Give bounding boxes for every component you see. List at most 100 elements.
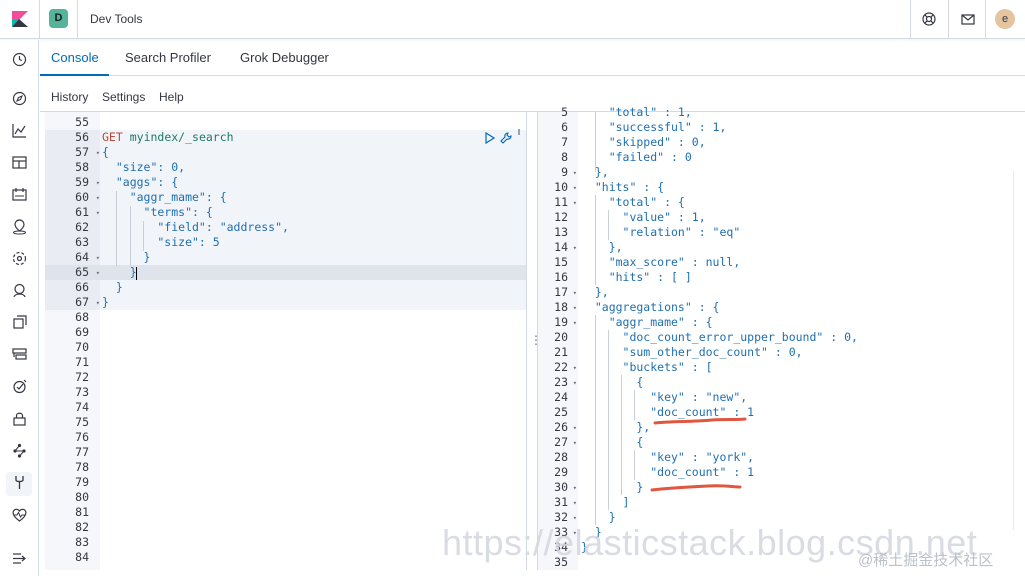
fold-toggle-icon[interactable]: ▾ xyxy=(569,304,577,312)
fold-toggle-icon[interactable]: ▾ xyxy=(92,149,100,157)
response-line: "value" : 1, xyxy=(581,210,706,224)
dev-tools-icon[interactable] xyxy=(11,474,28,491)
wrench-icon[interactable] xyxy=(499,131,513,145)
line-number: 17 xyxy=(554,285,568,299)
fold-toggle-icon[interactable]: ▾ xyxy=(92,209,100,217)
response-line: "max_score" : null, xyxy=(581,255,741,269)
line-number: 72 xyxy=(75,370,89,384)
response-scrollbar[interactable] xyxy=(1013,170,1021,530)
collapse-icon[interactable] xyxy=(11,550,28,567)
avatar[interactable]: e xyxy=(995,9,1015,29)
line-number: 21 xyxy=(554,345,568,359)
indent-guide xyxy=(143,221,144,251)
recent-icon[interactable] xyxy=(11,51,28,68)
fold-toggle-icon[interactable]: ▾ xyxy=(569,184,577,192)
line-number: 57 xyxy=(75,145,89,159)
line-number: 80 xyxy=(75,490,89,504)
siem-icon[interactable] xyxy=(11,346,28,363)
code-line: "terms": { xyxy=(102,205,213,219)
response-line: "total" : 1, xyxy=(581,105,692,119)
canvas-icon[interactable] xyxy=(11,186,28,203)
mail-icon[interactable] xyxy=(960,11,976,27)
graph-icon[interactable] xyxy=(11,442,28,459)
tab-grok-debugger[interactable]: Grok Debugger xyxy=(240,50,329,65)
response-line: "hits" : { xyxy=(581,180,665,194)
fold-toggle-icon[interactable]: ▾ xyxy=(92,269,100,277)
line-number: 63 xyxy=(75,235,89,249)
tab-search-profiler[interactable]: Search Profiler xyxy=(125,50,211,65)
fold-toggle-icon[interactable]: ▾ xyxy=(569,289,577,297)
line-number: 29 xyxy=(554,465,568,479)
line-number: 10 xyxy=(554,180,568,194)
header-divider xyxy=(985,0,986,39)
uptime-icon[interactable] xyxy=(11,314,28,331)
fold-toggle-icon[interactable]: ▾ xyxy=(569,169,577,177)
response-line: "doc_count_error_upper_bound" : 0, xyxy=(581,330,858,344)
tab-console[interactable]: Console xyxy=(51,50,99,65)
history-link[interactable]: History xyxy=(51,90,88,104)
line-number: 68 xyxy=(75,310,89,324)
fold-toggle-icon[interactable]: ▾ xyxy=(569,379,577,387)
kibana-logo-icon[interactable] xyxy=(10,9,30,29)
logs-icon[interactable] xyxy=(11,378,28,395)
app-badge[interactable]: D xyxy=(49,9,68,28)
response-line: "key" : "york", xyxy=(581,450,755,464)
annotation-underline xyxy=(650,484,742,492)
fold-toggle-icon[interactable]: ▾ xyxy=(569,514,577,522)
fold-toggle-icon[interactable]: ▾ xyxy=(569,364,577,372)
help-icon[interactable] xyxy=(921,11,937,27)
annotation-underline xyxy=(653,417,747,425)
request-endpoint: myindex/_search xyxy=(129,130,234,144)
fold-toggle-icon[interactable]: ▾ xyxy=(92,299,100,307)
ml-icon[interactable] xyxy=(11,250,28,267)
header-divider xyxy=(948,0,949,39)
security-icon[interactable] xyxy=(11,410,28,427)
play-icon[interactable] xyxy=(484,132,495,144)
line-number: 76 xyxy=(75,430,89,444)
maps-icon[interactable] xyxy=(11,218,28,235)
fold-toggle-icon[interactable]: ▾ xyxy=(569,244,577,252)
response-line: { xyxy=(581,375,644,389)
fold-toggle-icon[interactable]: ▾ xyxy=(92,254,100,262)
line-number: 56 xyxy=(75,130,89,144)
monitoring-icon[interactable] xyxy=(11,506,28,523)
indent-guide xyxy=(595,195,596,285)
settings-link[interactable]: Settings xyxy=(102,90,145,104)
fold-toggle-icon[interactable]: ▾ xyxy=(569,319,577,327)
line-number: 25 xyxy=(554,405,568,419)
line-number: 28 xyxy=(554,450,568,464)
line-number: 78 xyxy=(75,460,89,474)
line-number: 8 xyxy=(561,150,568,164)
help-link[interactable]: Help xyxy=(159,90,184,104)
fold-toggle-icon[interactable]: ▾ xyxy=(569,424,577,432)
response-line: "sum_other_doc_count" : 0, xyxy=(581,345,803,359)
response-line: "key" : "new", xyxy=(581,390,748,404)
line-number: 5 xyxy=(561,105,568,119)
fold-toggle-icon[interactable]: ▾ xyxy=(569,199,577,207)
code-line: "size": 5 xyxy=(102,235,220,249)
response-line: }, xyxy=(581,285,609,299)
line-number: 55 xyxy=(75,115,89,129)
watermark-credit: @稀土掘金技术社区 xyxy=(858,552,994,569)
indent-guide xyxy=(595,315,596,525)
discover-icon[interactable] xyxy=(11,90,28,107)
line-number: 79 xyxy=(75,475,89,489)
fold-toggle-icon[interactable]: ▾ xyxy=(569,484,577,492)
request-method: GET xyxy=(102,130,123,144)
indent-guide xyxy=(130,206,131,266)
fold-toggle-icon[interactable]: ▾ xyxy=(569,499,577,507)
indent-guide xyxy=(595,112,596,172)
fold-toggle-icon[interactable]: ▾ xyxy=(92,194,100,202)
fold-toggle-icon[interactable]: ▾ xyxy=(92,179,100,187)
fold-toggle-icon[interactable]: ▾ xyxy=(569,439,577,447)
visualize-icon[interactable] xyxy=(11,122,28,139)
line-number: 14 xyxy=(554,240,568,254)
dashboard-icon[interactable] xyxy=(11,154,28,171)
response-line: "hits" : [ ] xyxy=(581,270,692,284)
response-line: "total" : { xyxy=(581,195,685,209)
indent-guide xyxy=(621,375,622,495)
response-line: } xyxy=(581,480,644,494)
header-divider xyxy=(910,0,911,39)
apm-icon[interactable] xyxy=(11,282,28,299)
response-line: "skipped" : 0, xyxy=(581,135,706,149)
